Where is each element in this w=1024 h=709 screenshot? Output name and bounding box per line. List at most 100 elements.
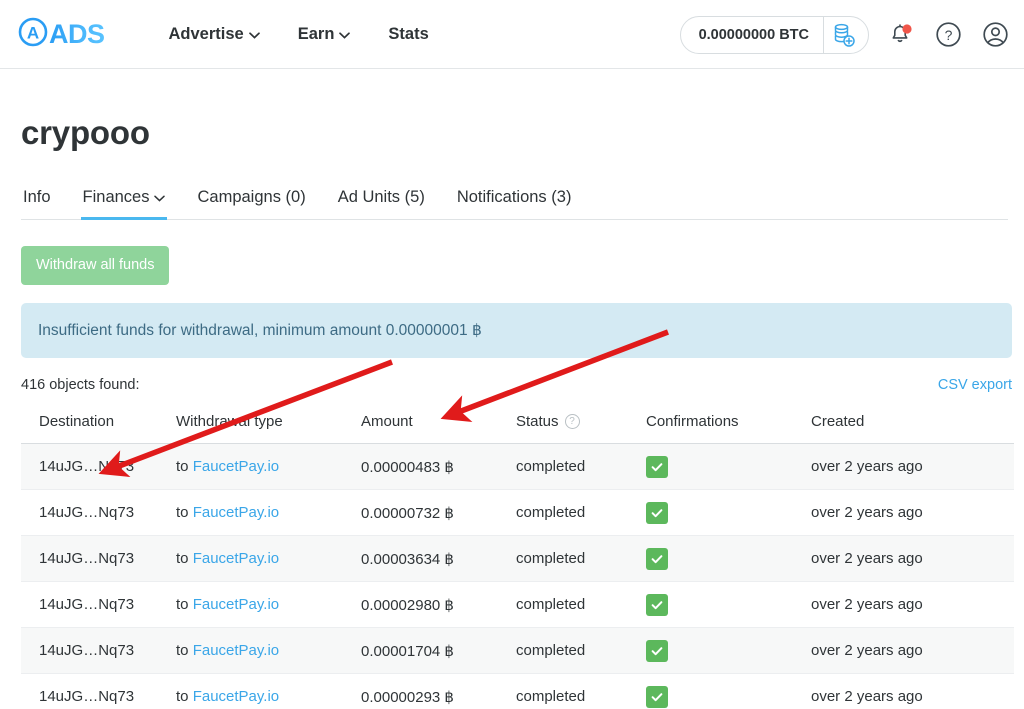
cell-status: completed xyxy=(516,581,646,628)
cell-status: completed xyxy=(516,489,646,536)
tab-info[interactable]: Info xyxy=(21,188,53,220)
withdrawals-table: Destination Withdrawal type Amount Statu… xyxy=(21,413,1014,709)
table-row[interactable]: 14uJG…Nq73 to FaucetPay.io 0.00001704 ฿ com… xyxy=(21,627,1014,674)
cell-created: over 2 years ago xyxy=(811,673,1014,709)
cell-amount: 0.00002980 ฿ xyxy=(361,581,516,628)
confirmed-check-icon xyxy=(646,501,668,524)
objects-found-count: 416 objects found: xyxy=(21,377,140,393)
cell-amount: 0.00000732 ฿ xyxy=(361,489,516,536)
confirmed-check-icon xyxy=(646,593,668,616)
svg-text:?: ? xyxy=(944,27,952,43)
nav-item-advertise[interactable]: Advertise xyxy=(169,25,260,44)
withdrawal-destination-link[interactable]: FaucetPay.io xyxy=(193,504,279,521)
nav-item-earn-label: Earn xyxy=(297,24,335,43)
withdrawal-destination-link[interactable]: FaucetPay.io xyxy=(193,458,279,475)
column-destination: Destination xyxy=(21,413,176,444)
page-title: crypooo xyxy=(21,114,150,151)
withdrawal-type-prefix: to xyxy=(176,596,189,613)
balance-amount: 0.00000000 BTC xyxy=(698,26,809,43)
cell-amount: 0.00000483 ฿ xyxy=(361,443,516,490)
withdrawal-destination-link[interactable]: FaucetPay.io xyxy=(193,688,279,705)
column-confirmations: Confirmations xyxy=(646,413,811,444)
tab-finances[interactable]: Finances xyxy=(80,188,168,220)
nav-item-stats-label: Stats xyxy=(388,24,429,43)
tab-campaigns[interactable]: Campaigns (0) xyxy=(195,188,307,220)
cell-created: over 2 years ago xyxy=(811,535,1014,582)
withdrawal-type-prefix: to xyxy=(176,458,189,475)
cell-confirmations xyxy=(646,581,811,628)
tab-campaigns-label: Campaigns (0) xyxy=(197,188,306,206)
column-status-label: Status xyxy=(516,413,559,430)
chevron-down-icon xyxy=(154,188,166,207)
cell-destination: 14uJG…Nq73 xyxy=(21,535,176,582)
column-withdrawal-type-label: Withdrawal type xyxy=(176,413,283,430)
cell-created: over 2 years ago xyxy=(811,627,1014,674)
cell-destination: 14uJG…Nq73 xyxy=(21,443,176,490)
table-row[interactable]: 14uJG…Nq73 to FaucetPay.io 0.00000732 ฿ com… xyxy=(21,489,1014,536)
svg-text:A: A xyxy=(27,23,39,42)
column-confirmations-label: Confirmations xyxy=(646,413,739,430)
cell-status: completed xyxy=(516,673,646,709)
cell-amount: 0.00003634 ฿ xyxy=(361,535,516,582)
chevron-down-icon xyxy=(248,25,260,44)
balance-pill[interactable]: 0.00000000 BTC xyxy=(679,15,869,54)
confirmed-check-icon xyxy=(646,455,668,478)
nav-item-advertise-label: Advertise xyxy=(168,24,244,43)
withdrawal-destination-link[interactable]: FaucetPay.io xyxy=(193,596,279,613)
cell-created: over 2 years ago xyxy=(811,489,1014,536)
cell-destination: 14uJG…Nq73 xyxy=(21,673,176,709)
status-help-icon[interactable]: ? xyxy=(564,414,580,429)
cell-created: over 2 years ago xyxy=(811,581,1014,628)
column-withdrawal-type: Withdrawal type xyxy=(176,413,361,444)
table-row[interactable]: 14uJG…Nq73 to FaucetPay.io 0.00002980 ฿ com… xyxy=(21,581,1014,628)
column-created-label: Created xyxy=(811,413,865,430)
cell-withdrawal-type: to FaucetPay.io xyxy=(176,581,361,628)
tab-notifications[interactable]: Notifications (3) xyxy=(455,188,574,220)
withdrawal-type-prefix: to xyxy=(176,688,189,705)
withdrawal-type-prefix: to xyxy=(176,642,189,659)
column-status: Status ? xyxy=(516,413,646,444)
table-row[interactable]: 14uJG…Nq73 to FaucetPay.io 0.00000483 ฿ com… xyxy=(21,443,1014,490)
tab-notifications-label: Notifications (3) xyxy=(456,188,572,206)
cell-withdrawal-type: to FaucetPay.io xyxy=(176,535,361,582)
cell-confirmations xyxy=(646,489,811,536)
cell-withdrawal-type: to FaucetPay.io xyxy=(176,627,361,674)
cell-amount: 0.00001704 ฿ xyxy=(361,627,516,674)
tab-ad-units-label: Ad Units (5) xyxy=(337,188,425,206)
notifications-bell-icon[interactable] xyxy=(886,20,916,50)
table-row[interactable]: 14uJG…Nq73 to FaucetPay.io 0.00003634 ฿ com… xyxy=(21,535,1014,582)
account-avatar-icon[interactable] xyxy=(980,20,1010,50)
csv-export-link[interactable]: CSV export xyxy=(938,377,1012,393)
withdraw-all-funds-button[interactable]: Withdraw all funds xyxy=(21,246,170,285)
page-content: crypooo Info Finances Campaigns (0) Ad U… xyxy=(0,114,1024,709)
cell-destination: 14uJG…Nq73 xyxy=(21,581,176,628)
withdrawal-destination-link[interactable]: FaucetPay.io xyxy=(193,642,279,659)
nav-item-earn[interactable]: Earn xyxy=(298,25,351,44)
table-header-row: Destination Withdrawal type Amount Statu… xyxy=(21,413,1014,444)
cell-withdrawal-type: to FaucetPay.io xyxy=(176,443,361,490)
alert-message: Insufficient funds for withdrawal, minim… xyxy=(38,322,482,339)
cell-destination: 14uJG…Nq73 xyxy=(21,627,176,674)
cell-withdrawal-type: to FaucetPay.io xyxy=(176,673,361,709)
tab-info-label: Info xyxy=(23,188,51,206)
withdrawal-destination-link[interactable]: FaucetPay.io xyxy=(193,550,279,567)
top-bar-right-cluster: 0.00000000 BTC ? xyxy=(679,0,1010,69)
column-amount-label: Amount xyxy=(361,413,413,430)
chevron-down-icon xyxy=(339,25,351,44)
cell-status: completed xyxy=(516,535,646,582)
site-logo[interactable]: A ADS xyxy=(18,17,105,52)
cell-status: completed xyxy=(516,627,646,674)
column-amount: Amount xyxy=(361,413,516,444)
table-row[interactable]: 14uJG…Nq73 to FaucetPay.io 0.00000293 ฿ com… xyxy=(21,673,1014,709)
cell-confirmations xyxy=(646,673,811,709)
cell-confirmations xyxy=(646,535,811,582)
cell-withdrawal-type: to FaucetPay.io xyxy=(176,489,361,536)
nav-item-stats[interactable]: Stats xyxy=(388,25,428,44)
confirmed-check-icon xyxy=(646,639,668,662)
add-funds-coins-icon[interactable] xyxy=(824,23,868,47)
confirmed-check-icon xyxy=(646,547,668,570)
withdrawal-type-prefix: to xyxy=(176,550,189,567)
cell-amount: 0.00000293 ฿ xyxy=(361,673,516,709)
help-circle-icon[interactable]: ? xyxy=(933,20,963,50)
tab-ad-units[interactable]: Ad Units (5) xyxy=(336,188,427,220)
